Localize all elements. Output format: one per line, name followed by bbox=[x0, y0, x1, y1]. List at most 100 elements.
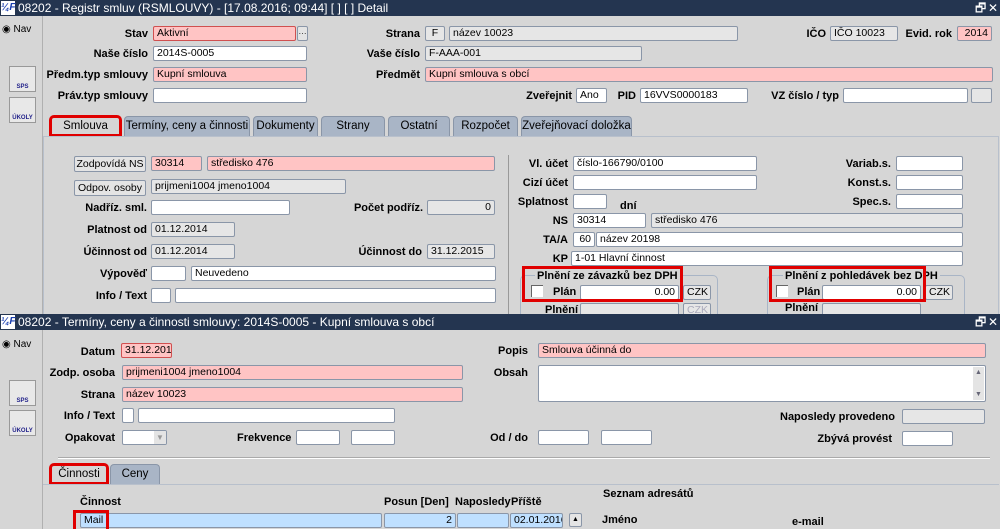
pristi-cell[interactable]: 02.01.2016 bbox=[510, 513, 563, 528]
close-icon[interactable]: ✕ bbox=[988, 314, 998, 330]
opakovat-select[interactable]: ▼ bbox=[122, 430, 167, 445]
ucinnost-od-field[interactable]: 01.12.2014 bbox=[151, 244, 235, 259]
tab-zverejnovaci[interactable]: Zveřejňovací doložka bbox=[521, 116, 632, 136]
info-text-field[interactable] bbox=[138, 408, 395, 423]
splatnost-field[interactable] bbox=[573, 194, 607, 209]
nav-radio[interactable]: ◉ Nav bbox=[2, 24, 31, 35]
opakovat-label: Opakovat bbox=[64, 432, 115, 444]
evid-rok-field[interactable]: 2014 bbox=[957, 26, 992, 41]
stav-field[interactable]: Aktivní bbox=[153, 26, 296, 41]
predmet-label: Předmět bbox=[375, 69, 420, 81]
window-title-bar: ¼F 08202 - Termíny, ceny a činnosti smlo… bbox=[0, 314, 1000, 330]
vz-cislo-field[interactable] bbox=[843, 88, 968, 103]
window-title: 08202 - Termíny, ceny a činnosti smlouvy… bbox=[18, 315, 435, 329]
highlight-box bbox=[73, 510, 109, 529]
ns-code-field[interactable]: 30314 bbox=[573, 213, 646, 228]
restore-icon[interactable]: 🗗 bbox=[975, 314, 986, 330]
frekvence-unit-field[interactable] bbox=[351, 430, 395, 445]
posun-cell[interactable]: 2 bbox=[384, 513, 456, 528]
zbyva-provest-label: Zbývá provést bbox=[817, 433, 892, 445]
vypoved-field[interactable]: Neuvedeno bbox=[191, 266, 496, 281]
column-divider bbox=[508, 155, 509, 315]
vase-cislo-label: Vaše číslo bbox=[366, 48, 420, 60]
vl-ucet-label: Vl. účet bbox=[528, 158, 568, 170]
scroll-up-icon[interactable]: ▲ bbox=[569, 513, 582, 527]
vypoved-code-field[interactable] bbox=[151, 266, 186, 281]
tab-cinnosti[interactable]: Činnosti bbox=[49, 463, 109, 485]
strana-field[interactable]: název 10023 bbox=[122, 387, 463, 402]
od-field[interactable] bbox=[538, 430, 589, 445]
datum-field[interactable]: 31.12.2015 bbox=[121, 343, 172, 358]
zodp-osoba-label: Zodp. osoba bbox=[49, 367, 115, 379]
predm-typ-field[interactable]: Kupní smlouva bbox=[153, 67, 307, 82]
vz-cislo-label: VZ číslo / typ bbox=[771, 90, 839, 102]
zverejnit-field[interactable]: Ano bbox=[576, 88, 607, 103]
sps-button[interactable]: SPS bbox=[9, 380, 36, 406]
currency-czk: CZK bbox=[683, 285, 711, 300]
info-text-field[interactable] bbox=[175, 288, 496, 303]
cinnost-cell[interactable]: Mail bbox=[80, 513, 382, 528]
taa-label: TA/A bbox=[543, 234, 568, 246]
frekvence-field[interactable] bbox=[296, 430, 340, 445]
strana-name-field[interactable]: název 10023 bbox=[449, 26, 738, 41]
strana-code-field[interactable]: F bbox=[425, 26, 445, 41]
platnost-od-field[interactable]: 01.12.2014 bbox=[151, 222, 235, 237]
col-posun: Posun [Den] bbox=[384, 496, 449, 508]
taa-code-field[interactable]: 60 bbox=[573, 232, 595, 247]
restore-icon[interactable]: 🗗 bbox=[975, 0, 986, 16]
odpov-osoby-field[interactable]: prijmeni1004 jmeno1004 bbox=[151, 179, 346, 194]
cizi-ucet-field[interactable] bbox=[573, 175, 757, 190]
tab-rozpocet[interactable]: Rozpočet bbox=[453, 116, 518, 136]
tab-ostatni[interactable]: Ostatní bbox=[388, 116, 450, 136]
obsah-textarea[interactable]: ▲ ▼ bbox=[538, 365, 986, 402]
nav-radio[interactable]: ◉ Nav bbox=[2, 339, 31, 350]
taa-name-field[interactable]: název 20198 bbox=[596, 232, 963, 247]
ico-field[interactable]: IČO 10023 bbox=[830, 26, 898, 41]
naposledy-cell[interactable] bbox=[457, 513, 509, 528]
kp-field[interactable]: 1-01 Hlavní činnost bbox=[571, 251, 963, 266]
vl-ucet-field[interactable]: číslo-166790/0100 bbox=[573, 156, 757, 171]
zbyva-provest-field[interactable] bbox=[902, 431, 953, 446]
info-code-field[interactable] bbox=[122, 408, 134, 423]
zodp-ns-code-field[interactable]: 30314 bbox=[151, 156, 202, 171]
vase-cislo-field[interactable]: F-AAA-001 bbox=[425, 46, 642, 61]
nase-cislo-field[interactable]: 2014S-0005 bbox=[153, 46, 307, 61]
ucinnost-do-field[interactable]: 31.12.2015 bbox=[427, 244, 495, 259]
pocet-podriz-label: Počet podříz. bbox=[353, 202, 423, 214]
odpov-osoby-button[interactable]: Odpov. osoby bbox=[74, 180, 146, 196]
predmet-field[interactable]: Kupní smlouva s obcí bbox=[425, 67, 993, 82]
chevron-down-icon[interactable]: ▼ bbox=[154, 431, 166, 444]
popis-label: Popis bbox=[498, 345, 528, 357]
zodpovida-ns-button[interactable]: Zodpovídá NS bbox=[74, 156, 146, 172]
info-code-field[interactable] bbox=[151, 288, 171, 303]
highlight-box bbox=[769, 266, 926, 302]
nadriz-field[interactable] bbox=[151, 200, 290, 215]
prav-typ-field[interactable] bbox=[153, 88, 307, 103]
stav-lookup-button[interactable]: ··· bbox=[297, 26, 308, 41]
tab-strany[interactable]: Strany bbox=[321, 116, 385, 136]
popis-field[interactable]: Smlouva účinná do bbox=[538, 343, 986, 358]
zodp-ns-name-field[interactable]: středisko 476 bbox=[207, 156, 495, 171]
zodp-osoba-field[interactable]: prijmeni1004 jmeno1004 bbox=[122, 365, 463, 380]
kp-label: KP bbox=[552, 253, 568, 265]
tab-smlouva[interactable]: Smlouva bbox=[49, 115, 122, 137]
pid-field[interactable]: 16VVS0000183 bbox=[640, 88, 748, 103]
scrollbar[interactable]: ▲ ▼ bbox=[973, 367, 984, 400]
variab-field[interactable] bbox=[896, 156, 963, 171]
jmeno-label: Jméno bbox=[602, 514, 638, 526]
info-text-label: Info / Text bbox=[95, 290, 147, 302]
window-title: 08202 - Registr smluv (RSMLOUVY) - [17.0… bbox=[18, 1, 389, 15]
konst-field[interactable] bbox=[896, 175, 963, 190]
vz-typ-field[interactable] bbox=[971, 88, 992, 103]
tab-ceny[interactable]: Ceny bbox=[110, 464, 160, 484]
pid-label: PID bbox=[617, 90, 636, 102]
vypoved-label: Výpověď bbox=[99, 268, 147, 280]
do-field[interactable] bbox=[601, 430, 652, 445]
tab-panel-border bbox=[43, 484, 999, 485]
spec-field[interactable] bbox=[896, 194, 963, 209]
ukoly-button[interactable]: ÚKOLY bbox=[9, 410, 36, 436]
tab-terminy[interactable]: Termíny, ceny a činnosti bbox=[124, 116, 250, 136]
nadriz-label: Nadříz. sml. bbox=[85, 202, 147, 214]
tab-dokumenty[interactable]: Dokumenty bbox=[253, 116, 318, 136]
close-icon[interactable]: ✕ bbox=[988, 0, 998, 16]
